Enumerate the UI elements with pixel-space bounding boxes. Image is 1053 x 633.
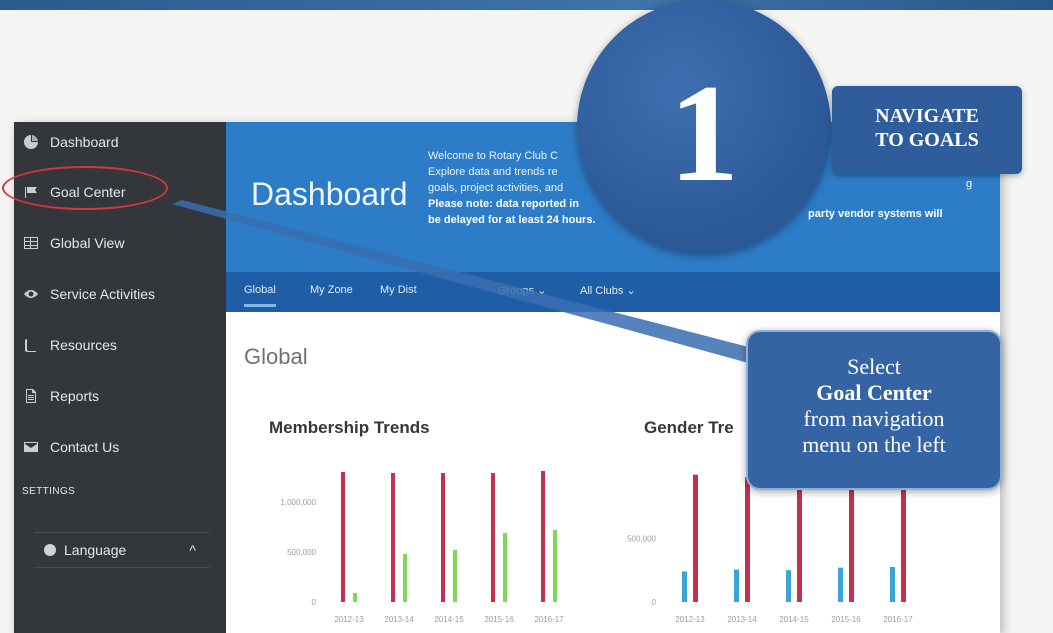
bar: [441, 473, 445, 602]
sidebar-item-reports[interactable]: Reports: [14, 376, 226, 416]
language-selector[interactable]: Language ^: [34, 532, 210, 568]
x-tick-label: 2014-15: [434, 615, 464, 624]
grid-icon: [24, 237, 38, 249]
page-title: Dashboard: [251, 176, 408, 212]
bar: [503, 533, 507, 602]
sidebar-item-dashboard[interactable]: Dashboard: [14, 122, 226, 162]
step-number: 1: [669, 56, 739, 211]
scope-tabs: Global My Zone My Dist Groups ⌄ All Club…: [226, 272, 1000, 312]
bar: [491, 473, 495, 602]
sidebar-item-label: Dashboard: [50, 134, 119, 150]
sidebar-item-label: Service Activities: [50, 286, 156, 302]
step-title-line: NAVIGATE: [875, 105, 979, 127]
y-tick-label: 1,000,000: [280, 498, 316, 507]
x-tick-label: 2016-17: [534, 615, 564, 624]
settings-heading: SETTINGS: [22, 486, 76, 497]
sidebar-item-label: Reports: [50, 388, 100, 404]
pie-chart-icon: [24, 135, 38, 149]
sidebar-item-label: Global View: [50, 235, 125, 251]
x-tick-label: 2015-16: [831, 615, 861, 624]
y-tick-label: 0: [312, 598, 317, 607]
x-tick-label: 2013-14: [384, 615, 414, 624]
tab-my-zone[interactable]: My Zone: [310, 284, 353, 296]
goal-center-highlight-ring: [2, 166, 168, 210]
bar: [745, 477, 750, 602]
x-tick-label: 2012-13: [675, 615, 705, 624]
x-tick-label: 2012-13: [334, 615, 364, 624]
bar: [734, 569, 739, 602]
sidebar-item-resources[interactable]: Resources: [14, 325, 226, 365]
book-icon: [25, 339, 36, 352]
bar: [849, 476, 854, 602]
welcome-fragment: g: [966, 178, 973, 190]
tab-all-clubs[interactable]: All Clubs ⌄: [580, 284, 636, 297]
sidebar-item-contact-us[interactable]: Contact Us: [14, 427, 226, 467]
data-delay-note: Please note: data reported in: [428, 198, 579, 210]
data-delay-note-right: party vendor systems will: [808, 208, 943, 220]
bar: [353, 593, 357, 602]
bar: [541, 471, 545, 602]
tab-global[interactable]: Global: [244, 284, 276, 307]
document-icon: [26, 389, 36, 403]
x-tick-label: 2016-17: [883, 615, 913, 624]
x-tick-label: 2014-15: [779, 615, 809, 624]
tab-my-district[interactable]: My Dist: [380, 284, 417, 296]
step-title-line: TO GOALS: [875, 129, 979, 151]
membership-trends-title: Membership Trends: [269, 418, 430, 437]
callout-line: from navigation: [803, 406, 945, 431]
sidebar-item-service-activities[interactable]: Service Activities: [14, 274, 226, 314]
membership-trends-chart: 1,000,000 500,000 0 2012-13 2013-14 2014-15 20…: [280, 471, 564, 624]
y-tick-label: 500,000: [287, 548, 316, 557]
bar: [341, 472, 345, 602]
bar: [786, 570, 791, 602]
bar: [553, 530, 557, 602]
sidebar-item-label: Resources: [50, 337, 117, 353]
eye-icon: [24, 290, 38, 298]
data-delay-note-line2: be delayed for at least 24 hours.: [428, 214, 596, 226]
envelope-icon: [24, 442, 38, 452]
tab-groups[interactable]: Groups ⌄: [498, 284, 546, 297]
x-tick-label: 2013-14: [727, 615, 757, 624]
bar: [890, 567, 895, 602]
scan-top-band: [0, 0, 1053, 10]
globe-icon: [44, 544, 56, 556]
step-number-badge: 1: [577, 0, 831, 254]
language-label: Language: [64, 542, 127, 558]
instruction-callout: Select Goal Center from navigation menu …: [746, 330, 1002, 490]
step-title-box: NAVIGATE TO GOALS: [832, 86, 1022, 174]
callout-line: menu on the left: [802, 432, 946, 457]
bar: [391, 473, 395, 602]
sidebar-item-global-view[interactable]: Global View: [14, 223, 226, 263]
bar: [797, 476, 802, 602]
callout-line: Select: [847, 354, 901, 379]
chevron-up-icon[interactable]: ^: [189, 542, 196, 558]
bar: [901, 474, 906, 602]
y-tick-label: 500,000: [627, 534, 656, 543]
bar: [682, 571, 687, 602]
bar: [838, 567, 843, 602]
x-tick-label: 2015-16: [484, 615, 514, 624]
bar: [693, 474, 698, 602]
gender-trends-title: Gender Tre: [644, 418, 734, 437]
section-title: Global: [244, 344, 308, 369]
callout-emphasis: Goal Center: [816, 380, 932, 405]
bar: [453, 550, 457, 602]
sidebar-item-label: Contact Us: [50, 439, 120, 455]
y-tick-label: 0: [652, 598, 657, 607]
bar: [403, 554, 407, 602]
